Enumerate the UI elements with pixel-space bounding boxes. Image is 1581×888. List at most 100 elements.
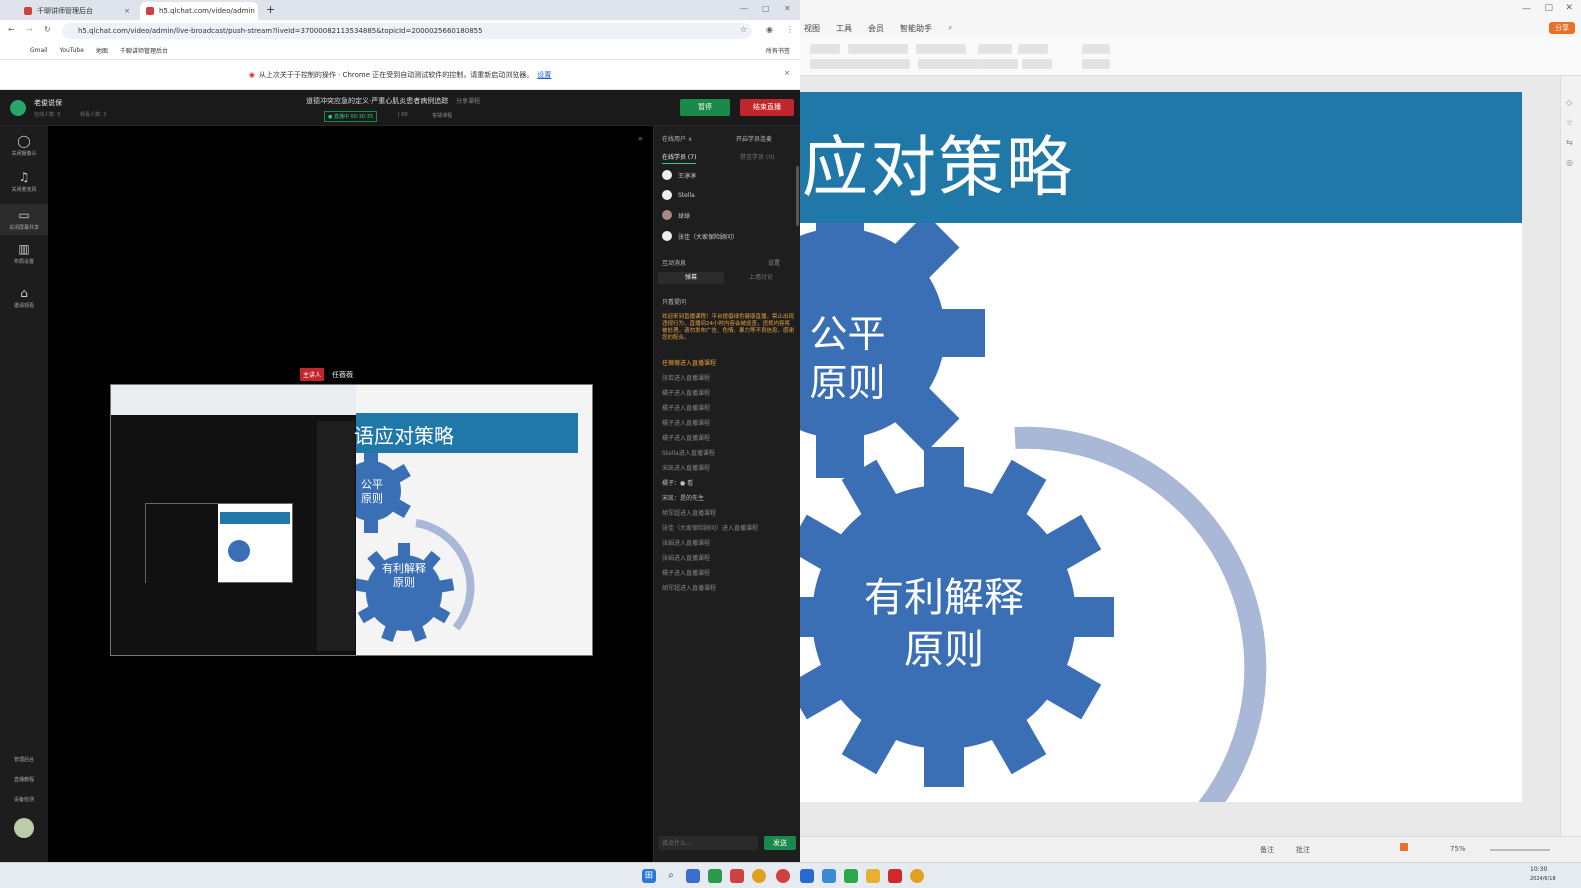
bookmark-qlchat[interactable]: 千聊讲师管理后台 <box>120 46 168 55</box>
viewer-list-toggle[interactable]: 在线用户 ∧ <box>662 134 692 143</box>
folder-icon[interactable] <box>866 869 880 883</box>
ribbon-button[interactable] <box>978 44 1012 54</box>
avatar[interactable] <box>14 818 34 838</box>
ribbon-button[interactable] <box>1018 44 1048 54</box>
sidebar-item-mic[interactable]: ♫ 关闭麦克风 <box>0 170 48 193</box>
app-icon[interactable] <box>822 869 836 883</box>
pause-button[interactable]: 暂停 <box>680 99 730 116</box>
clock-time[interactable]: 10:30 <box>1530 866 1547 873</box>
menu-icon[interactable]: ⋮ <box>786 25 794 34</box>
avatar <box>662 231 672 241</box>
list-item: 橘子进入直播课程 <box>662 570 711 577</box>
ribbon-button[interactable] <box>1022 59 1052 69</box>
zoom-slider[interactable] <box>1490 849 1550 851</box>
url-input[interactable]: h5.qlchat.com/video/admin/live-broadcast… <box>62 23 752 39</box>
scrollbar[interactable] <box>796 166 799 226</box>
bookmark-star-icon[interactable]: ☆ <box>740 25 747 34</box>
windows-start-icon[interactable]: ⊞ <box>642 869 656 883</box>
comments-toggle[interactable]: 批注 <box>1296 845 1310 855</box>
list-item[interactable]: 王淳淳 <box>662 168 696 182</box>
preview-gears <box>356 453 475 643</box>
interaction-panel: 在线用户 ∧ 开启学员连麦 在线学员 (7) 禁言学员 (0) 王淳淳 Stel… <box>653 126 800 862</box>
bookmark-youtube[interactable]: YouTube <box>60 47 84 54</box>
search-icon[interactable]: ⌕ <box>664 869 678 883</box>
close-icon[interactable]: × <box>784 69 790 77</box>
tab-favicon <box>146 7 154 15</box>
close-icon[interactable]: ✕ <box>784 4 791 13</box>
ribbon-button[interactable] <box>1082 44 1110 54</box>
sidebar-item-camera[interactable]: ◯ 关闭摄像头 <box>0 134 48 157</box>
tool-icon[interactable]: ◇ <box>1566 98 1572 107</box>
stat-b[interactable]: 答疑课程 <box>432 112 452 119</box>
sidebar-link-tutorial[interactable]: 直播教程 <box>0 776 48 783</box>
tool-icon[interactable]: ◎ <box>1566 158 1573 167</box>
search-icon[interactable]: ⌕ <box>948 23 952 33</box>
maximize-icon[interactable]: ▢ <box>762 4 770 13</box>
tab-discussion[interactable]: 上墙讨论 <box>728 272 794 284</box>
forward-icon[interactable]: → <box>26 25 33 34</box>
reload-icon[interactable]: ↻ <box>44 25 51 34</box>
sidebar-item-invite[interactable]: ⌂ 邀请观看 <box>0 286 48 309</box>
app-icon[interactable] <box>686 869 700 883</box>
collapse-panel-icon[interactable]: » <box>638 134 643 143</box>
menu-item-assistant[interactable]: 智能助手 <box>900 23 932 34</box>
list-item[interactable]: 球球 <box>662 208 690 222</box>
sidebar-item-layout[interactable]: ▥ 布局设置 <box>0 242 48 265</box>
app-icon[interactable] <box>776 869 790 883</box>
chat-input[interactable] <box>658 836 758 850</box>
app-icon[interactable] <box>730 869 744 883</box>
only-questions-toggle[interactable]: 只看提问 <box>662 297 686 306</box>
ribbon-button[interactable] <box>916 44 966 54</box>
list-item[interactable]: Stella <box>662 188 695 202</box>
browser-tab[interactable]: 千聊讲师管理后台 × <box>18 2 136 20</box>
ribbon-button[interactable] <box>918 59 978 69</box>
sidebar-link-device-check[interactable]: 设备检测 <box>0 796 48 803</box>
close-icon[interactable]: ✕ <box>1565 3 1573 13</box>
new-tab-button[interactable]: + <box>266 3 275 16</box>
slideshow-icon[interactable] <box>1400 843 1408 851</box>
list-item[interactable]: 张佳（大家保险顾问） <box>662 229 738 243</box>
ribbon-button[interactable] <box>848 44 908 54</box>
sidebar-link-admin[interactable]: 管理后台 <box>0 756 48 763</box>
interaction-settings[interactable]: 设置 <box>768 258 780 267</box>
infobar-link[interactable]: 设置 <box>537 70 551 80</box>
minimize-icon[interactable]: — <box>1522 4 1531 14</box>
ribbon-button[interactable] <box>978 59 1018 69</box>
menu-item-tools[interactable]: 工具 <box>836 23 852 34</box>
slide[interactable]: 语应对策略 <box>800 92 1522 802</box>
app-icon[interactable] <box>708 869 722 883</box>
share-button[interactable]: 分享 <box>1549 22 1575 34</box>
minimize-icon[interactable]: — <box>740 4 748 13</box>
notes-toggle[interactable]: 备注 <box>1260 845 1274 855</box>
browser-tab-active[interactable]: h5.qlchat.com/video/admin × <box>140 2 258 20</box>
send-button[interactable]: 发送 <box>764 836 796 850</box>
tool-icon[interactable]: ⇆ <box>1566 138 1573 147</box>
enable-mic-link[interactable]: 开启学员连麦 <box>736 134 772 143</box>
chrome-icon[interactable] <box>910 869 924 883</box>
app-icon[interactable] <box>888 869 902 883</box>
menu-item-view[interactable]: 视图 <box>804 23 820 34</box>
sidebar-item-screenshare[interactable]: ▭ 关闭屏幕共享 <box>0 204 48 235</box>
tab-muted-students[interactable]: 禁言学员 (0) <box>740 152 774 161</box>
ribbon-button[interactable] <box>810 44 840 54</box>
end-live-button[interactable]: 结束直播 <box>740 99 794 116</box>
all-bookmarks[interactable]: 所有书签 <box>766 46 790 55</box>
tab-online-students[interactable]: 在线学员 (7) <box>662 152 697 164</box>
close-icon[interactable]: × <box>124 7 130 15</box>
bookmark-gmail[interactable]: Gmail <box>30 47 48 54</box>
profile-icon[interactable]: ◉ <box>766 25 773 34</box>
bookmark-maps[interactable]: 地图 <box>96 46 108 55</box>
ribbon-button[interactable] <box>1082 59 1110 69</box>
app-icon[interactable] <box>800 869 814 883</box>
zoom-level[interactable]: 75% <box>1450 845 1466 853</box>
maximize-icon[interactable]: ▢ <box>1544 3 1553 13</box>
star-icon[interactable]: ☆ <box>1566 118 1573 127</box>
ribbon-button[interactable] <box>810 59 910 69</box>
menu-item-member[interactable]: 会员 <box>868 23 884 34</box>
back-icon[interactable]: ← <box>8 25 15 34</box>
clock-date[interactable]: 2024/6/18 <box>1530 876 1556 882</box>
share-course-link[interactable]: 分享课程 <box>456 96 480 105</box>
chrome-icon[interactable] <box>752 869 766 883</box>
wechat-icon[interactable] <box>844 869 858 883</box>
tab-barrage[interactable]: 弹幕 <box>658 272 724 284</box>
